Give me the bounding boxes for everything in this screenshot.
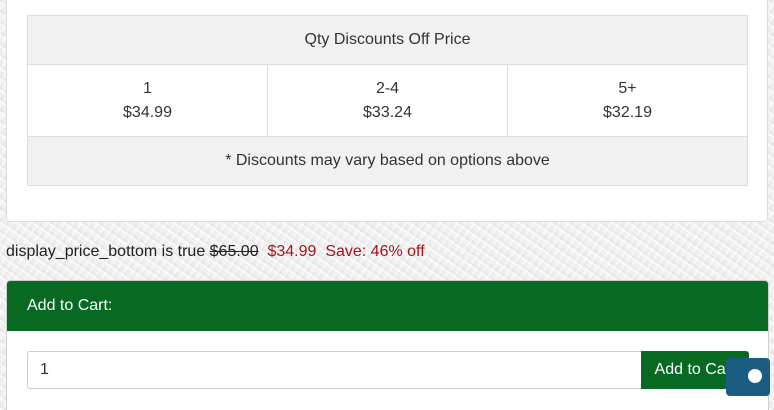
tier-qty: 2-4 (375, 79, 400, 97)
qty-discount-heading: Qty Discounts Off Price (27, 15, 748, 65)
tier-price: $32.19 (603, 103, 652, 121)
quantity-input[interactable] (27, 351, 642, 389)
tier-price: $34.99 (123, 103, 172, 121)
tier-qty: 1 (143, 79, 152, 97)
price-display: display_price_bottom is true $65.00 $34.… (6, 243, 425, 261)
tier-price: $33.24 (363, 103, 412, 121)
add-to-cart-panel: Add to Cart: Add to Cart (6, 280, 769, 410)
chat-dot-icon (748, 369, 762, 383)
price-debug-label: display_price_bottom is true (6, 243, 210, 260)
qty-discount-table: Qty Discounts Off Price 1 $34.99 2-4 $33… (27, 15, 748, 186)
sale-price: $34.99 (267, 243, 317, 260)
tier-qty: 5+ (618, 79, 637, 97)
tier-cell-1: 1 $34.99 (27, 64, 268, 137)
original-price: $65.00 (209, 243, 259, 260)
discount-note: * Discounts may vary based on options ab… (27, 136, 748, 186)
tier-cell-2: 2-4 $33.24 (267, 64, 508, 137)
savings-text: Save: 46% off (325, 243, 425, 260)
chat-bubble-icon[interactable] (726, 358, 770, 396)
tier-cell-3: 5+ $32.19 (507, 64, 748, 137)
add-to-cart-header: Add to Cart: (7, 281, 768, 331)
